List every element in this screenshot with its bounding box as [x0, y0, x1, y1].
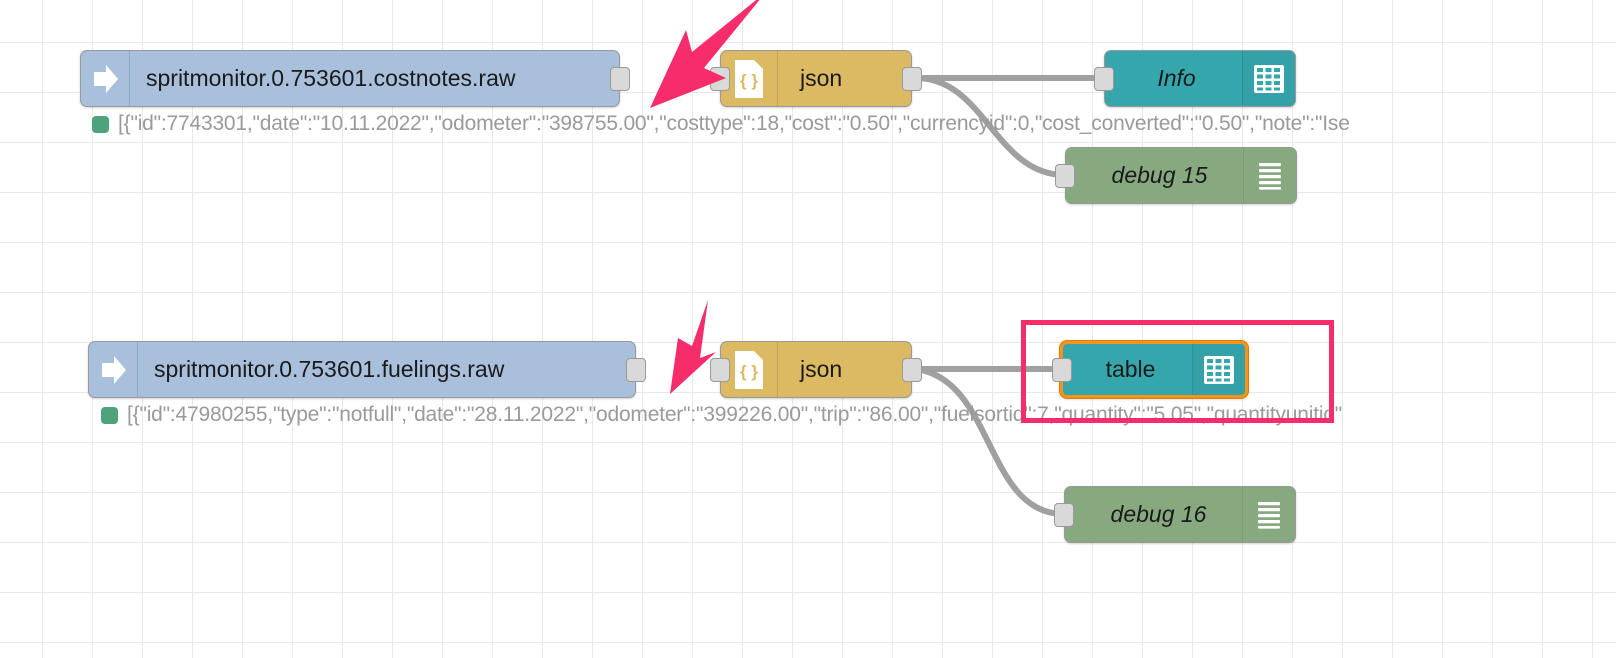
node-debug-15[interactable]: debug 15 [1055, 147, 1344, 204]
input-port[interactable] [1094, 66, 1114, 91]
toggle-knob [1301, 157, 1334, 194]
input-port[interactable] [710, 66, 730, 91]
status-text: [{"id":47980255,"type":"notfull","date":… [127, 403, 1343, 426]
wire-json-to-debug16 [913, 366, 1067, 517]
wire-json-to-debug15 [913, 75, 1068, 178]
node-label: json [800, 65, 843, 91]
node-iobroker-in-costnotes[interactable]: spritmonitor.0.753601.costnotes.raw [80, 50, 630, 107]
debug-enable-toggle[interactable] [1291, 488, 1343, 541]
status-dot [92, 115, 109, 133]
table-grid-icon [1192, 344, 1245, 395]
node-ui-table-info[interactable]: Info [1094, 50, 1296, 107]
output-port[interactable] [610, 66, 630, 91]
node-label: spritmonitor.0.753601.costnotes.raw [146, 65, 516, 91]
node-iobroker-in-fuelings[interactable]: spritmonitor.0.753601.fuelings.raw [88, 341, 646, 398]
arrow-right-icon [89, 342, 138, 397]
status-text: [{"id":7743301,"date":"10.11.2022","odom… [118, 112, 1350, 135]
debug-lines-icon [1243, 148, 1296, 203]
input-port[interactable] [1055, 163, 1075, 188]
flow-editor-canvas[interactable]: spritmonitor.0.753601.costnotes.raw [{"i… [0, 0, 1616, 658]
node-label: Info [1157, 65, 1196, 91]
node-label: table [1105, 356, 1156, 382]
node-json-costnotes[interactable]: { } json [710, 50, 922, 107]
toggle-knob [1300, 496, 1333, 533]
node-json-fuelings[interactable]: { } json [710, 341, 922, 398]
node-label: debug 15 [1111, 162, 1208, 188]
node-label: debug 16 [1110, 501, 1207, 527]
node-label: spritmonitor.0.753601.fuelings.raw [154, 356, 505, 382]
svg-text:{ }: { } [740, 362, 758, 381]
node-status-fuelings: [{"id":47980255,"type":"notfull","date":… [101, 403, 1342, 427]
output-port[interactable] [902, 357, 922, 382]
table-grid-icon [1242, 51, 1295, 106]
node-debug-16[interactable]: debug 16 [1054, 486, 1343, 543]
svg-text:{ }: { } [740, 71, 758, 90]
input-port[interactable] [1052, 357, 1072, 382]
output-port[interactable] [902, 66, 922, 91]
debug-lines-icon [1242, 487, 1295, 542]
debug-enable-toggle[interactable] [1292, 149, 1344, 202]
input-port[interactable] [710, 357, 730, 382]
node-label: json [800, 356, 843, 382]
node-ui-table-table[interactable]: table [1052, 341, 1248, 398]
input-port[interactable] [1054, 502, 1074, 527]
node-status-costnotes: [{"id":7743301,"date":"10.11.2022","odom… [92, 112, 1350, 136]
output-port[interactable] [626, 357, 646, 382]
arrow-right-icon [81, 51, 130, 106]
status-dot [101, 406, 118, 424]
